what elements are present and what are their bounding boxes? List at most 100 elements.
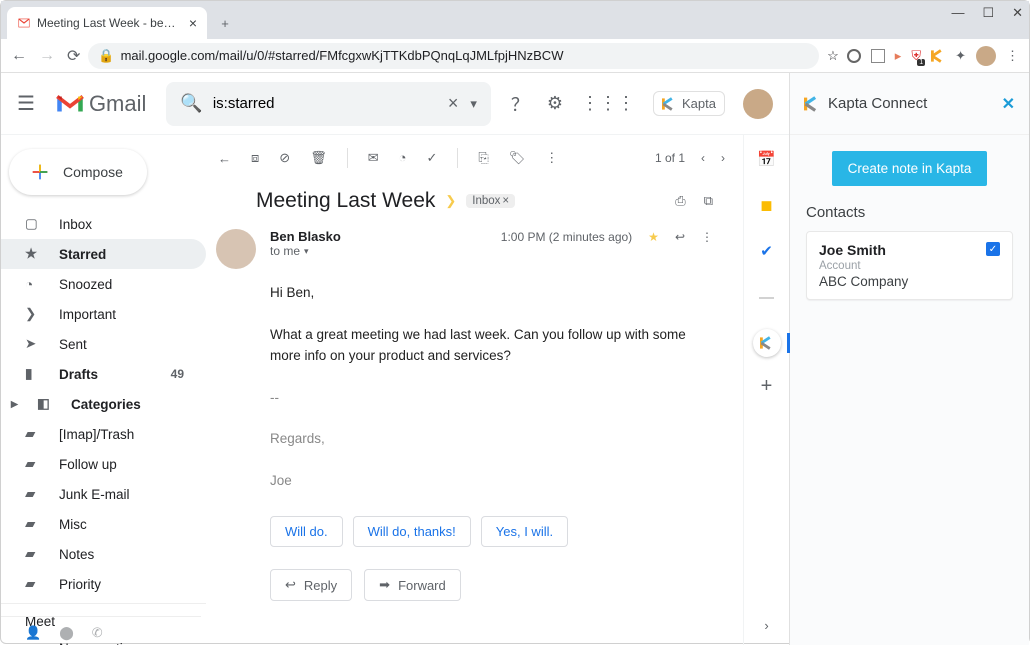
- labels-icon[interactable]: 🏷: [509, 150, 526, 166]
- label-chip[interactable]: Inbox×: [466, 194, 515, 208]
- window-maximize-icon[interactable]: ☐: [982, 5, 994, 21]
- profile-avatar-icon[interactable]: [976, 46, 996, 66]
- calendar-addon-icon[interactable]: 📅: [753, 145, 781, 173]
- hangouts-phone-icon[interactable]: ✆: [92, 625, 103, 641]
- kapta-header-badge[interactable]: Kapta: [653, 91, 725, 116]
- sender-avatar[interactable]: [216, 229, 256, 269]
- tasks-addon-icon[interactable]: ✔: [753, 237, 781, 265]
- kapta-close-icon[interactable]: ✕: [1002, 94, 1015, 114]
- browser-menu-icon[interactable]: ⋮: [1006, 48, 1019, 64]
- label-icon: ▰: [25, 486, 43, 502]
- message-more-icon[interactable]: ⋮: [701, 230, 713, 244]
- settings-gear-icon[interactable]: ⚙: [547, 93, 563, 114]
- collapse-rail-icon[interactable]: ›: [764, 618, 768, 633]
- search-options-icon[interactable]: ▾: [470, 96, 477, 112]
- ext-icon-1[interactable]: [847, 49, 861, 63]
- sidebar-item-starred[interactable]: ★Starred: [1, 239, 206, 269]
- inbox-icon: ▢: [25, 216, 43, 232]
- gmail-logo-text: Gmail: [89, 91, 146, 117]
- page-info: 1 of 1: [655, 151, 685, 165]
- important-marker-icon[interactable]: ❯: [445, 193, 456, 209]
- bookmark-star-icon[interactable]: ☆: [827, 48, 839, 64]
- clear-search-icon[interactable]: ×: [448, 93, 459, 114]
- add-addon-icon[interactable]: +: [761, 375, 773, 398]
- sidebar-item-misc[interactable]: ▰Misc: [1, 509, 206, 539]
- reply-icon[interactable]: ↩: [675, 230, 685, 244]
- forward-button[interactable]: ➡Forward: [364, 569, 461, 601]
- smart-reply-2[interactable]: Will do, thanks!: [353, 516, 471, 547]
- ext-icon-2[interactable]: [871, 49, 885, 63]
- archive-icon[interactable]: ⧈: [251, 150, 259, 166]
- move-to-icon[interactable]: ⎘: [478, 150, 488, 166]
- sidebar-item-drafts[interactable]: ▮Drafts49: [1, 359, 206, 389]
- delete-icon[interactable]: 🗑: [310, 150, 327, 166]
- open-new-window-icon[interactable]: ⧉: [704, 193, 713, 209]
- browser-tab[interactable]: Meeting Last Week - ben@kapta ×: [7, 7, 207, 39]
- kapta-ext-icon[interactable]: [931, 49, 945, 63]
- reply-button[interactable]: ↩Reply: [270, 569, 352, 601]
- kapta-panel-title: Kapta Connect: [804, 95, 927, 112]
- nav-reload-icon[interactable]: ⟳: [67, 46, 80, 66]
- hangouts-person-icon[interactable]: 👤: [25, 625, 41, 641]
- new-tab-button[interactable]: +: [211, 9, 239, 37]
- drafts-icon: ▮: [25, 366, 43, 382]
- search-icon[interactable]: 🔍: [180, 93, 202, 114]
- window-close-icon[interactable]: ✕: [1012, 5, 1023, 21]
- sidebar-item-junk[interactable]: ▰Junk E-mail: [1, 479, 206, 509]
- sidebar-item-inbox[interactable]: ▢Inbox: [1, 209, 206, 239]
- remove-label-icon[interactable]: ×: [502, 195, 509, 207]
- back-icon[interactable]: ←: [218, 151, 231, 166]
- contact-checkbox[interactable]: ✓: [986, 242, 1000, 256]
- report-spam-icon[interactable]: ⊘: [279, 150, 290, 166]
- main-menu-icon[interactable]: ☰: [17, 91, 35, 116]
- video-icon: ■: [25, 641, 43, 645]
- prev-page-icon[interactable]: ‹: [701, 151, 705, 165]
- ext-icon-3[interactable]: ▸: [895, 48, 902, 64]
- extensions-icon[interactable]: ✦: [955, 48, 966, 64]
- smart-reply-3[interactable]: Yes, I will.: [481, 516, 568, 547]
- sidebar-item-important[interactable]: ❯Important: [1, 299, 206, 329]
- keep-addon-icon[interactable]: ◼: [753, 191, 781, 219]
- nav-forward-icon[interactable]: →: [39, 47, 55, 65]
- sidebar-item-sent[interactable]: ➤Sent: [1, 329, 206, 359]
- ext-icon-4[interactable]: ⛨1: [911, 48, 921, 64]
- mark-unread-icon[interactable]: ✉: [368, 150, 379, 166]
- sidebar-item-followup[interactable]: ▰Follow up: [1, 449, 206, 479]
- print-icon[interactable]: ⎙: [675, 193, 685, 209]
- sidebar-item-categories[interactable]: ▸◧Categories: [1, 389, 206, 419]
- gmail-logo[interactable]: Gmail: [55, 91, 146, 117]
- close-tab-icon[interactable]: ×: [189, 15, 197, 31]
- compose-button[interactable]: Compose: [9, 149, 147, 195]
- apps-grid-icon[interactable]: ⋮⋮⋮: [581, 93, 635, 114]
- search-bar[interactable]: 🔍 × ▾: [166, 82, 490, 126]
- search-input[interactable]: [213, 95, 448, 112]
- hangouts-chat-icon[interactable]: ⬤: [59, 625, 74, 641]
- snooze-icon[interactable]: ◔: [399, 150, 407, 166]
- contact-sublabel: Account: [819, 260, 908, 272]
- nav-back-icon[interactable]: ←: [11, 47, 27, 65]
- contact-card[interactable]: Joe Smith Account ABC Company ✓: [806, 231, 1013, 300]
- message-pane: ← ⧈ ⊘ 🗑 ✉ ◔ ✓ ⎘ 🏷 ⋮ 1 of 1 ‹ › Meeting L…: [206, 135, 743, 645]
- addon-rail: 📅 ◼ ✔ — + ›: [743, 135, 789, 645]
- support-icon[interactable]: ？: [511, 91, 529, 117]
- address-bar[interactable]: 🔒 mail.google.com/mail/u/0/#starred/FMfc…: [88, 43, 819, 69]
- sidebar-item-imap-trash[interactable]: ▰[Imap]/Trash: [1, 419, 206, 449]
- sidebar-item-priority[interactable]: ▰Priority: [1, 569, 206, 599]
- important-icon: ❯: [25, 306, 43, 322]
- create-note-button[interactable]: Create note in Kapta: [832, 151, 988, 186]
- label-icon: ▰: [25, 546, 43, 562]
- next-page-icon[interactable]: ›: [721, 151, 725, 165]
- browser-toolbar: ← → ⟳ 🔒 mail.google.com/mail/u/0/#starre…: [1, 39, 1029, 73]
- add-task-icon[interactable]: ✓: [426, 150, 437, 166]
- account-avatar[interactable]: [743, 89, 773, 119]
- more-icon[interactable]: ⋮: [545, 150, 558, 166]
- contact-account: ABC Company: [819, 274, 908, 289]
- show-details-icon[interactable]: ▾: [304, 246, 309, 257]
- window-minimize-icon[interactable]: —: [951, 5, 964, 21]
- smart-reply-1[interactable]: Will do.: [270, 516, 343, 547]
- kapta-addon-icon[interactable]: [753, 329, 781, 357]
- sidebar-item-notes[interactable]: ▰Notes: [1, 539, 206, 569]
- star-message-icon[interactable]: ★: [648, 230, 659, 244]
- sidebar-item-snoozed[interactable]: ◔Snoozed: [1, 269, 206, 299]
- contacts-addon-icon[interactable]: —: [753, 283, 781, 311]
